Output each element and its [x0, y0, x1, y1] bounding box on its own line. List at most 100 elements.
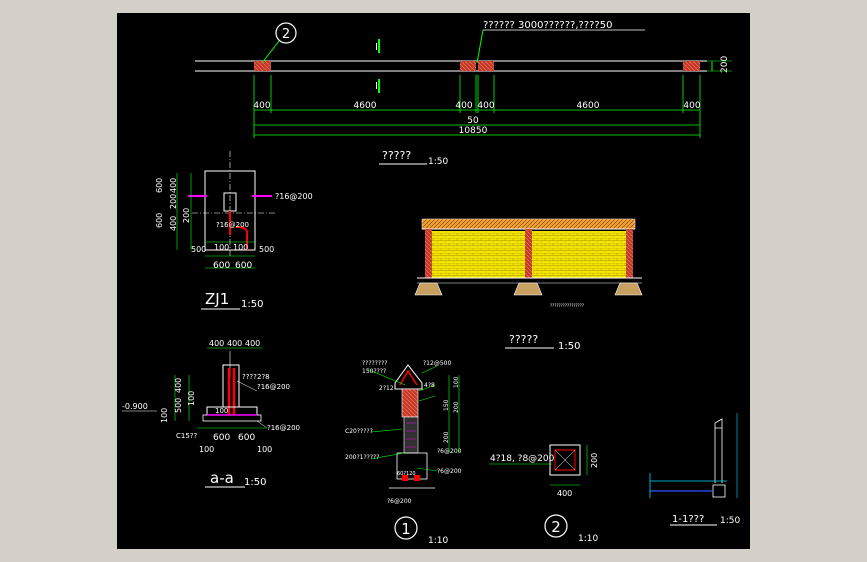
zj1-left-dim-5: 400	[169, 216, 178, 231]
detail1-dim-4: 200	[443, 431, 450, 443]
zj1-left-dim-6: 600	[155, 213, 164, 228]
detail1-label-9: 60?120	[397, 471, 416, 477]
detail1-label-8: ?6@200	[437, 468, 462, 475]
detail1-scale: 1:10	[428, 536, 448, 546]
aa-top-dim-2: 400	[227, 339, 242, 348]
aa-bottom-dim-4: 100	[257, 445, 272, 454]
section-mark-top: I	[375, 42, 378, 53]
zj1-bottom-dim-4: 500	[259, 245, 274, 254]
wall-panel-right	[532, 231, 626, 278]
zj1-title: ZJ1	[205, 290, 229, 308]
aa-label-3: ?16@200	[257, 383, 290, 391]
aa-top-dim-1: 400	[209, 339, 224, 348]
elevation-scale: 1:50	[558, 341, 580, 352]
section-aa: 400 400 400 100 ???? 2?8 ?16@200 -0.900 …	[122, 339, 300, 488]
plan-title: ?????	[382, 149, 411, 162]
zj1-bottom-dim-2: 100	[214, 243, 229, 252]
detail2-title: 2	[551, 518, 561, 536]
aa-title: a-a	[210, 469, 234, 487]
detail1-title: 1	[401, 520, 411, 538]
plan-dim-2: 4600	[354, 101, 377, 111]
aa-level: -0.900	[122, 402, 148, 411]
plan-dim-50: 50	[467, 116, 479, 126]
aa-left-dim-4: 100	[160, 408, 169, 423]
detail1-wall-body	[403, 416, 419, 454]
zj1-detail: ?16@200 ?16@200 600 400 200 200 400 600 …	[155, 151, 313, 310]
detail1-label-10: ?6@200	[437, 448, 462, 455]
aa-left-dim-3: 500	[174, 398, 183, 413]
section-1-1: 1-1??? 1:50	[649, 413, 740, 526]
zj1-left-dim-2: 400	[169, 178, 178, 193]
detail2-dim-bottom: 400	[557, 489, 572, 498]
plan-view: 2 ?????? 3000??????,????50 I I 200 400 4…	[195, 20, 732, 167]
detail1-label-7: 200?1?????	[345, 454, 379, 461]
aa-top-dim-3: 400	[245, 339, 260, 348]
elevation-title: ?????	[509, 333, 538, 346]
aa-bottom-dim-3: 600	[238, 433, 255, 443]
aa-label-top: ????	[242, 373, 257, 381]
detail2-label: 4?18, ?8@200	[490, 454, 555, 464]
detail1-label-4: 4?8	[424, 382, 435, 389]
pier-2	[460, 61, 476, 71]
elevation-note: ????????????????	[550, 303, 584, 308]
elevation-view: ???????????????? ????? 1:50	[414, 218, 643, 352]
plan-scale: 1:50	[428, 157, 448, 167]
zj1-bottom-dim-1: 500	[191, 245, 206, 254]
section11-scale: 1:50	[720, 516, 740, 526]
aa-label-c15: C15??	[176, 432, 198, 440]
pier-4	[683, 61, 700, 71]
zj1-left-dim-1: 600	[155, 178, 164, 193]
detail2-dim-right: 200	[590, 453, 599, 468]
detail1-label-2: 150????	[362, 368, 386, 375]
aa-pad	[202, 414, 262, 422]
aa-left-dim-2: 100	[187, 391, 196, 406]
detail1-dim-3: 200	[453, 401, 460, 413]
detail-1: ???????? 150???? ?12@500 4?8 2?12 C20???…	[345, 360, 462, 546]
footing-right	[614, 282, 643, 296]
zj1-bottom-dim-3: 100	[233, 243, 248, 252]
aa-left-dim-1: 400	[174, 378, 183, 393]
detail1-dim-2: 150	[443, 399, 450, 411]
callout-2-number: 2	[282, 27, 290, 42]
footing-mid	[513, 282, 543, 296]
aa-column	[222, 364, 240, 408]
aa-bottom-dim-2: 600	[213, 433, 230, 443]
cad-drawing: 2 ?????? 3000??????,????50 I I 200 400 4…	[122, 20, 740, 546]
zj1-scale: 1:50	[241, 299, 263, 310]
zj1-bottom-dim-6: 600	[235, 261, 252, 271]
elev-pier-left	[425, 229, 432, 278]
detail1-label-3: ?12@500	[423, 360, 451, 367]
detail1-label-11: ?6@200	[387, 498, 412, 505]
wall-panel-left	[432, 231, 525, 278]
zj1-left-dim-4: 200	[182, 208, 191, 223]
detail1-label-5: 2?12	[379, 385, 394, 392]
detail1-wall-top	[401, 388, 419, 418]
pier-3	[478, 61, 494, 71]
plan-top-note: ?????? 3000??????,????50	[483, 20, 612, 31]
zj1-callout-right: ?16@200	[275, 192, 313, 201]
plan-dim-1: 400	[253, 101, 270, 111]
plan-dim-4: 400	[477, 101, 494, 111]
aa-label-2: 2?8	[257, 373, 270, 381]
plan-dim-5: 4600	[577, 101, 600, 111]
section-mark-bottom: I	[375, 81, 378, 92]
detail-2: 4?18, ?8@200 200 400 2 1:10	[489, 444, 599, 544]
zj1-bottom-dim-5: 600	[213, 261, 230, 271]
detail1-label-1: ????????	[362, 360, 387, 367]
aa-label-bottom-right: ?16@200	[267, 424, 300, 432]
plan-side-dim: 200	[720, 56, 730, 73]
detail1-dim-1: 100	[453, 376, 460, 388]
elev-pier-mid	[525, 229, 532, 278]
plan-dim-3: 400	[455, 101, 472, 111]
footing-left	[414, 282, 443, 296]
section11-title: 1-1???	[672, 514, 704, 525]
cad-drawing-viewport[interactable]: 2 ?????? 3000??????,????50 I I 200 400 4…	[117, 13, 750, 549]
zj1-callout-inner: ?16@200	[216, 221, 249, 229]
aa-bottom-dim-1: 100	[199, 445, 214, 454]
elev-pier-right	[626, 229, 633, 278]
detail2-scale: 1:10	[578, 534, 598, 544]
aa-inner-100: 100	[215, 407, 228, 415]
plan-dim-6: 400	[683, 101, 700, 111]
wall-cap	[421, 218, 636, 230]
aa-scale: 1:50	[244, 477, 266, 488]
